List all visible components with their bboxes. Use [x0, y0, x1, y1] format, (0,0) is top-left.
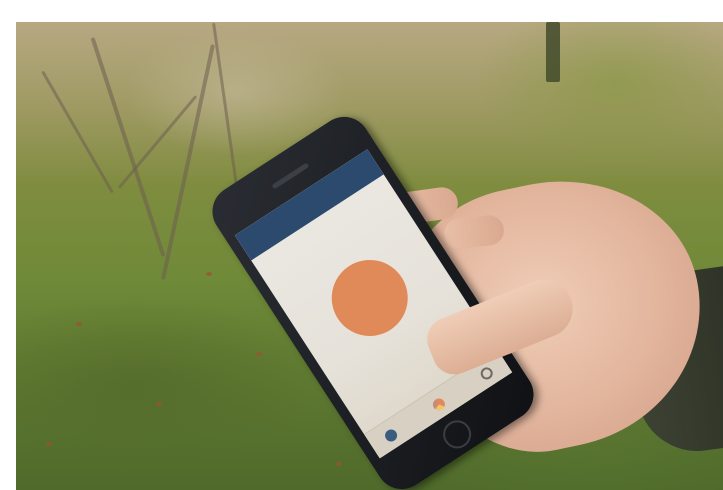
- home-icon[interactable]: [382, 427, 400, 444]
- fallen-leaf: [156, 402, 162, 406]
- branch: [41, 70, 114, 194]
- fallen-leaf: [76, 322, 82, 326]
- fallen-leaf: [256, 352, 262, 356]
- record-button[interactable]: [317, 245, 423, 351]
- background-photo: [16, 22, 723, 490]
- tree-trunk: [546, 22, 560, 82]
- fallen-leaf: [46, 442, 52, 446]
- pie-chart-icon[interactable]: [430, 396, 448, 413]
- fallen-leaf: [336, 462, 342, 466]
- branch: [161, 44, 215, 280]
- settings-icon[interactable]: [478, 365, 496, 382]
- app-header: [234, 149, 384, 261]
- phone-screen: [234, 149, 513, 459]
- fallen-leaf: [206, 272, 212, 276]
- app-title: [242, 161, 375, 247]
- phone-speaker: [271, 162, 310, 190]
- home-button[interactable]: [437, 415, 477, 454]
